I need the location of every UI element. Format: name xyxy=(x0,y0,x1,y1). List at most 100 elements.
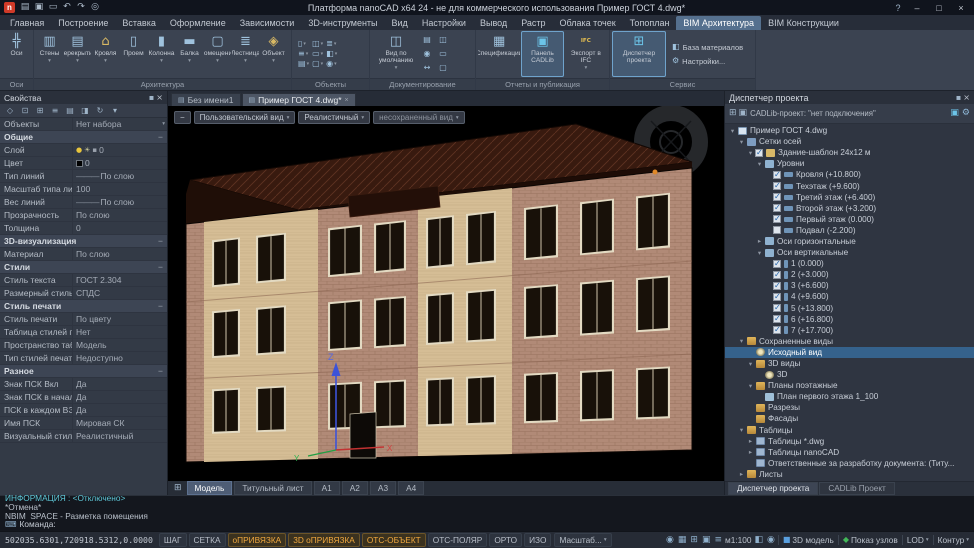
visibility-checkbox[interactable] xyxy=(773,182,781,190)
expander-icon[interactable]: ▾ xyxy=(755,249,764,257)
property-value[interactable]: 100 xyxy=(72,183,167,195)
label-icon[interactable]: ▭ xyxy=(437,48,449,60)
ribbon-button[interactable]: ◈Объект▾ xyxy=(260,31,287,77)
tree-item[interactable]: ▾Оси вертикальные xyxy=(725,247,974,258)
property-value[interactable]: 0 xyxy=(72,222,167,234)
properties-section-header[interactable]: 3D-визуализация− xyxy=(0,235,167,248)
ribbon-button[interactable]: IFCЭкспорт в IFC▾ xyxy=(565,31,607,77)
scale-menu[interactable]: Масштаб... ▾ xyxy=(554,533,611,547)
dropdown-arrow-icon[interactable]: ▾ xyxy=(109,105,121,117)
ribbon-tab[interactable]: Зависимости xyxy=(233,16,302,30)
tree-item[interactable]: ▸Листы xyxy=(725,469,974,480)
ribbon-tab[interactable]: Главная xyxy=(3,16,51,30)
ribbon-button[interactable]: ◧База материалов xyxy=(669,42,746,53)
layout-tab[interactable]: А2 xyxy=(342,481,368,495)
ribbon-button[interactable]: ≣Лестница▾ xyxy=(232,31,259,77)
close-icon[interactable]: × xyxy=(156,94,163,102)
save-icon[interactable]: ▣ xyxy=(33,2,45,14)
close-tab-icon[interactable]: × xyxy=(345,97,349,104)
expander-icon[interactable]: ▸ xyxy=(737,470,746,478)
expander-icon[interactable]: ▾ xyxy=(755,160,764,168)
ribbon-button[interactable]: ⊞Диспетчер проекта xyxy=(612,31,666,77)
command-prompt-row[interactable]: ⌨ Команда: xyxy=(5,520,969,529)
property-value[interactable]: ●☀▪0 xyxy=(72,144,167,156)
visibility-checkbox[interactable] xyxy=(773,171,781,179)
ribbon-small-button[interactable]: ◧▾ xyxy=(326,50,337,58)
annotation-scale[interactable]: м1:100 xyxy=(725,535,751,545)
tree-item[interactable]: Разрезы xyxy=(725,402,974,413)
ribbon-tab[interactable]: Вывод xyxy=(473,16,514,30)
ribbon-tab[interactable]: Построение xyxy=(51,16,115,30)
visibility-checkbox[interactable] xyxy=(773,193,781,201)
status-toggle[interactable]: оПРИВЯЗКА xyxy=(228,533,287,547)
ribbon-small-button[interactable]: ▯▾ xyxy=(298,40,309,48)
expander-icon[interactable]: ▾ xyxy=(746,360,755,368)
expander-icon[interactable]: ▸ xyxy=(755,237,764,245)
maximize-button[interactable]: □ xyxy=(930,1,948,14)
property-value[interactable]: По цвету xyxy=(72,313,167,325)
properties-section-header[interactable]: Стили− xyxy=(0,261,167,274)
search-icon[interactable]: ◎ xyxy=(89,2,101,14)
layout-tab[interactable]: А3 xyxy=(370,481,396,495)
dropdown-arrow-icon[interactable]: ▾ xyxy=(162,118,165,130)
close-icon[interactable]: × xyxy=(963,94,970,102)
view-direction-menu[interactable]: Пользовательский вид▾ xyxy=(194,111,296,124)
tree-item[interactable]: 3D xyxy=(725,369,974,380)
tree-item[interactable]: ▸Оси горизонтальные xyxy=(725,236,974,247)
tree-item[interactable]: ▾Сохраненные виды xyxy=(725,336,974,347)
pin-icon[interactable]: ▪ xyxy=(149,94,154,102)
command-line-panel[interactable]: ИНФОРМАЦИЯ : <Отключено>*Отмена*NBIM_SPA… xyxy=(0,495,974,531)
collapse-icon[interactable]: − xyxy=(158,262,163,272)
expander-icon[interactable]: ▾ xyxy=(737,426,746,434)
status-toggle[interactable]: ОТС-ПОЛЯР xyxy=(428,533,488,547)
undo-icon[interactable]: ↶ xyxy=(61,2,73,14)
tree-item[interactable]: ▾Таблицы xyxy=(725,425,974,436)
named-view-menu[interactable]: несохраненный вид▾ xyxy=(373,111,465,124)
ribbon-small-button[interactable]: ▭▾ xyxy=(312,50,323,58)
objects-value[interactable]: Нет набора ▾ xyxy=(72,118,167,130)
property-value[interactable]: Недоступно xyxy=(72,352,167,364)
tree-item[interactable]: 6 (+16.800) xyxy=(725,314,974,325)
status-toggle[interactable]: ШАГ xyxy=(159,533,187,547)
tree-item[interactable]: Техэтаж (+9.600) xyxy=(725,180,974,191)
tracking-icon[interactable]: ◉ xyxy=(666,536,674,545)
ribbon-tab[interactable]: Вид xyxy=(385,16,415,30)
layout-tab[interactable]: А4 xyxy=(398,481,424,495)
section-view-icon[interactable]: ▤ xyxy=(421,34,433,46)
lineweight-display-icon[interactable]: ≡ xyxy=(714,536,722,545)
tree-item[interactable]: Подвал (-2.200) xyxy=(725,225,974,236)
gear-icon[interactable]: ⚙ xyxy=(962,109,970,118)
elevation-view-icon[interactable]: ◫ xyxy=(437,34,449,46)
tree-item[interactable]: 2 (+3.000) xyxy=(725,269,974,280)
ribbon-button[interactable]: ▤Перекрытия▾ xyxy=(64,31,91,77)
tree-item[interactable]: Исходный вид xyxy=(725,347,974,358)
ribbon-small-button[interactable]: ≡▾ xyxy=(298,50,309,58)
visibility-checkbox[interactable] xyxy=(773,204,781,212)
expander-icon[interactable]: ▾ xyxy=(746,382,755,390)
ribbon-button[interactable]: ▯Проем xyxy=(120,31,147,77)
ribbon-tab[interactable]: BIM Конструкции xyxy=(761,16,846,30)
visibility-checkbox[interactable] xyxy=(773,282,781,290)
visibility-checkbox[interactable] xyxy=(773,271,781,279)
property-value[interactable]: Реалистичный xyxy=(72,430,167,442)
ribbon-small-button[interactable]: ≣▾ xyxy=(326,40,337,48)
tree-item[interactable]: Второй этаж (+3.200) xyxy=(725,203,974,214)
tree-item[interactable]: ▸Таблицы *.dwg xyxy=(725,436,974,447)
ribbon-tab[interactable]: Вставка xyxy=(115,16,162,30)
sheet-icon[interactable]: ▢ xyxy=(437,62,449,74)
layout-tab[interactable]: А1 xyxy=(314,481,340,495)
app-logo-icon[interactable]: n xyxy=(4,2,15,13)
property-value[interactable]: Да xyxy=(72,404,167,416)
ribbon-tab[interactable]: Растр xyxy=(514,16,552,30)
document-tab[interactable]: ▤Пример ГОСТ 4.dwg*× xyxy=(242,93,356,106)
tree-item[interactable]: ▾Пример ГОСТ 4.dwg xyxy=(725,125,974,136)
property-value[interactable]: СПДС xyxy=(72,287,167,299)
panel-bottom-tab[interactable]: CADLib Проект xyxy=(819,482,894,495)
cadlib-monitor-icon[interactable]: ▣ xyxy=(950,109,959,118)
properties-section-header[interactable]: Общие− xyxy=(0,131,167,144)
tree-item[interactable]: Ответственные за разработку документа: (… xyxy=(725,458,974,469)
expander-icon[interactable]: ▾ xyxy=(737,337,746,345)
property-value[interactable]: Да xyxy=(72,378,167,390)
open-icon[interactable]: ▭ xyxy=(47,2,59,14)
visibility-checkbox[interactable] xyxy=(773,260,781,268)
